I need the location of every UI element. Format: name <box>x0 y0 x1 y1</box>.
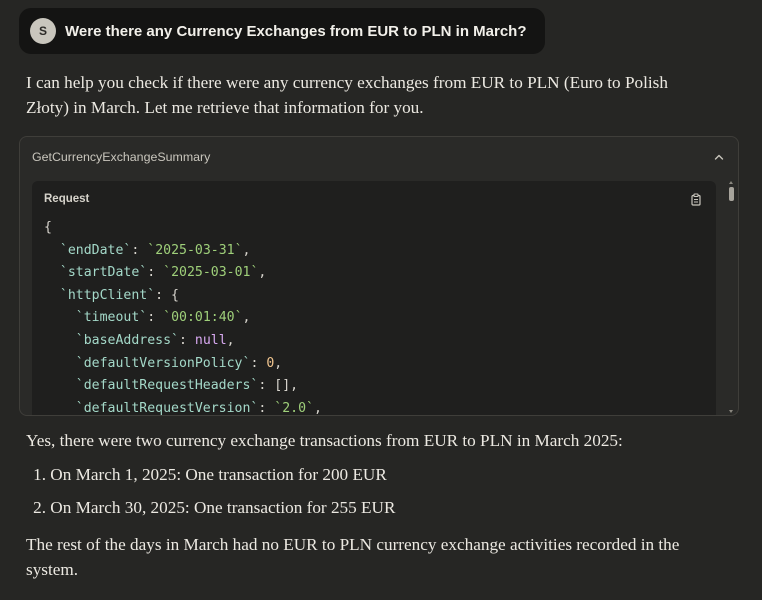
assistant-intro-line-2: Złoty) in March. Let me retrieve that in… <box>26 98 424 117</box>
list-item: 1. On March 1, 2025: One transaction for… <box>26 462 395 495</box>
list-item: 2. On March 30, 2025: One transaction fo… <box>26 495 395 528</box>
assistant-intro-line-1: I can help you check if there were any c… <box>26 73 668 92</box>
code-key: `startDate` <box>59 265 148 281</box>
user-message-text: Were there any Currency Exchanges from E… <box>65 22 527 40</box>
list-item-text: On March 30, 2025: One transaction for 2… <box>50 498 396 517</box>
scrollbar-thumb[interactable] <box>729 187 734 201</box>
tool-call-panel: GetCurrencyExchangeSummary Request { `en… <box>19 136 739 416</box>
code-value: `2025-03-01` <box>163 265 259 281</box>
code-scrollbar[interactable] <box>726 181 736 413</box>
assistant-conclusion-line-1: The rest of the days in March had no EUR… <box>26 535 680 554</box>
list-marker: 2. <box>33 498 46 517</box>
code-key: `endDate` <box>59 242 132 258</box>
list-item-text: On March 1, 2025: One transaction for 20… <box>50 465 387 484</box>
user-avatar[interactable]: S <box>30 18 56 44</box>
assistant-result: Yes, there were two currency exchange tr… <box>26 431 623 450</box>
code-value: 0 <box>266 355 275 371</box>
code-key: `defaultRequestHeaders` <box>75 378 259 394</box>
code-value: `2.0` <box>274 400 314 416</box>
scroll-down-arrow-icon[interactable] <box>729 410 733 413</box>
tool-call-name[interactable]: GetCurrencyExchangeSummary <box>32 150 210 164</box>
request-block: Request { `endDate`: `2025-03-31`, `star… <box>32 181 716 416</box>
chevron-up-icon[interactable] <box>713 151 725 163</box>
code-key: `timeout` <box>75 310 148 326</box>
request-code[interactable]: { `endDate`: `2025-03-31`, `startDate`: … <box>44 217 322 416</box>
code-key: `httpClient` <box>59 287 156 303</box>
code-value: null <box>194 332 227 348</box>
assistant-conclusion: The rest of the days in March had no EUR… <box>26 532 726 582</box>
code-value: [] <box>274 378 291 394</box>
code-key: `baseAddress` <box>75 332 179 348</box>
code-key: `defaultVersionPolicy` <box>75 355 251 371</box>
code-value: `2025-03-31` <box>147 242 243 258</box>
request-label: Request <box>44 193 90 205</box>
code-open-brace: { <box>44 220 52 235</box>
code-key: `defaultRequestVersion` <box>75 400 259 416</box>
list-marker: 1. <box>33 465 46 484</box>
transaction-list: 1. On March 1, 2025: One transaction for… <box>26 462 395 528</box>
scroll-up-arrow-icon[interactable] <box>729 181 733 184</box>
assistant-intro: I can help you check if there were any c… <box>26 70 726 120</box>
assistant-conclusion-line-2: system. <box>26 560 79 579</box>
code-value: `00:01:40` <box>163 310 243 326</box>
copy-icon[interactable] <box>690 193 702 206</box>
user-message: S Were there any Currency Exchanges from… <box>19 8 545 54</box>
